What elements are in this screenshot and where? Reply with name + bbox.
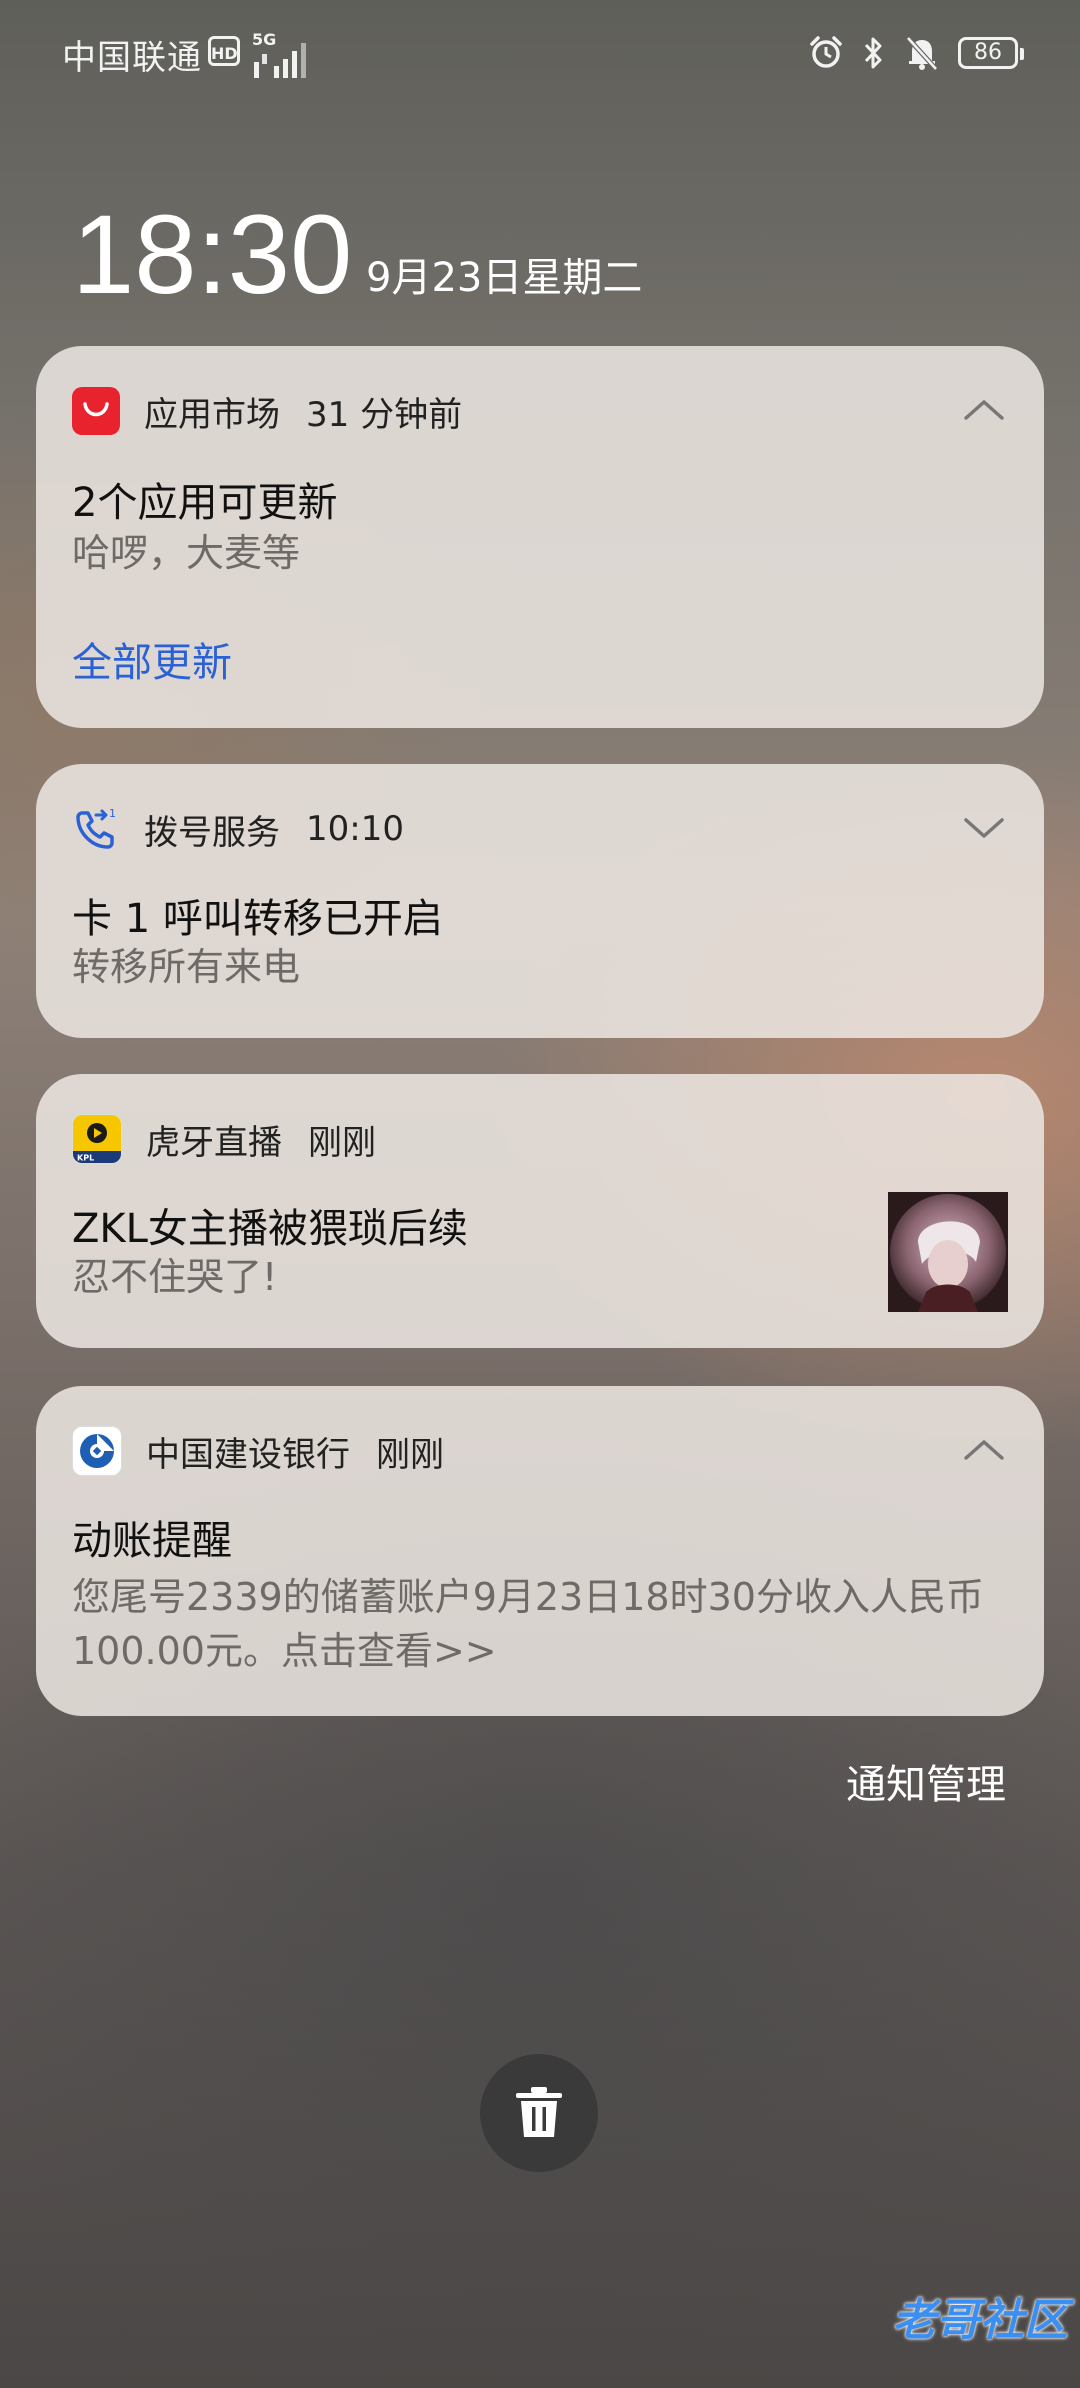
bluetooth-icon <box>864 37 882 69</box>
chevron-down-icon[interactable] <box>960 804 1008 852</box>
notification-thumbnail <box>888 1192 1008 1312</box>
notification-ccb[interactable]: 中国建设银行 刚刚 动账提醒 您尾号2339的储蓄账户9月23日18时30分收入… <box>36 1386 1044 1716</box>
bell-muted-icon <box>906 36 938 71</box>
notification-app-name: 中国建设银行 <box>146 1434 350 1475</box>
notification-app-name: 应用市场 <box>144 394 280 435</box>
notification-app-name: 虎牙直播 <box>146 1122 282 1163</box>
notification-header: 中国建设银行 刚刚 <box>72 1426 444 1476</box>
notification-time: 10:10 <box>306 809 404 849</box>
call-forward-icon: 1 <box>72 805 120 853</box>
notification-body: 忍不住哭了! <box>72 1255 278 1299</box>
huya-icon: KPL <box>72 1114 122 1164</box>
signal-icon <box>254 43 306 78</box>
notification-app-name: 拨号服务 <box>144 812 280 853</box>
status-icons: 86 <box>808 28 1024 78</box>
notification-body: 您尾号2339的储蓄账户9月23日18时30分收入人民币100.00元。点击查看… <box>72 1575 984 1673</box>
notification-body: 转移所有来电 <box>72 945 301 989</box>
lock-date: 9月23日星期二 <box>366 255 643 301</box>
notification-title: 卡 1 呼叫转移已开启 <box>72 896 443 942</box>
status-bar: 中国联通 HD 5G 86 <box>0 0 1080 100</box>
notification-title: 2个应用可更新 <box>72 480 338 526</box>
app-market-icon <box>72 387 120 435</box>
trash-icon <box>516 2087 562 2137</box>
chevron-up-icon[interactable] <box>960 1426 1008 1474</box>
network-indicator: 5G <box>252 30 308 78</box>
notification-app-market[interactable]: 应用市场 31 分钟前 2个应用可更新 哈啰，大麦等 全部更新 <box>36 346 1044 728</box>
notification-header: 应用市场 31 分钟前 <box>72 386 462 436</box>
lock-time: 18:30 <box>72 192 353 317</box>
alarm-icon <box>810 36 842 68</box>
notification-huya[interactable]: KPL 虎牙直播 刚刚 ZKL女主播被猥琐后续 忍不住哭了! <box>36 1074 1044 1348</box>
notification-time: 31 分钟前 <box>306 394 463 435</box>
notification-dialer[interactable]: 1 拨号服务 10:10 卡 1 呼叫转移已开启 转移所有来电 <box>36 764 1044 1038</box>
notification-header: 1 拨号服务 10:10 <box>72 804 404 854</box>
svg-text:KPL: KPL <box>77 1154 94 1163</box>
notification-manage-button[interactable]: 通知管理 <box>846 1752 1006 1810</box>
battery-indicator: 86 <box>958 37 1024 69</box>
notification-title: ZKL女主播被猥琐后续 <box>72 1206 468 1252</box>
notification-title: 动账提醒 <box>72 1518 232 1564</box>
notification-header: KPL 虎牙直播 刚刚 <box>72 1114 376 1164</box>
svg-text:1: 1 <box>109 807 116 820</box>
chevron-up-icon[interactable] <box>960 386 1008 434</box>
clear-notifications-button[interactable] <box>480 2054 598 2172</box>
watermark: 老哥社区 <box>892 2295 1068 2346</box>
notification-body: 哈啰，大麦等 <box>72 531 301 575</box>
notification-time: 刚刚 <box>308 1122 376 1163</box>
update-all-button[interactable]: 全部更新 <box>72 630 232 688</box>
carrier-name: 中国联通 <box>62 38 202 78</box>
ccb-icon <box>72 1426 122 1476</box>
notification-time: 刚刚 <box>376 1434 444 1475</box>
hd-badge: HD <box>208 36 240 66</box>
